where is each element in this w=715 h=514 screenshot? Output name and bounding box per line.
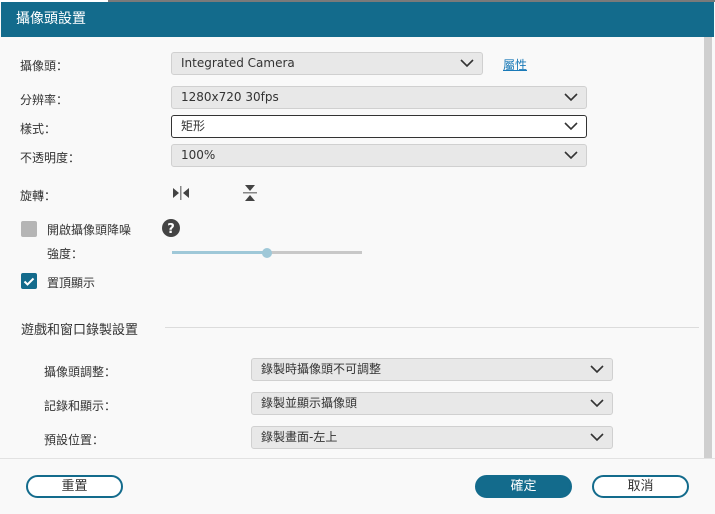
- flip-horizontal-icon[interactable]: [172, 185, 190, 201]
- opacity-value: 100%: [181, 148, 216, 162]
- record-display-label: 記錄和顯示：: [44, 399, 117, 413]
- on-top-label: 置頂顯示: [47, 276, 96, 290]
- strength-slider[interactable]: [172, 248, 362, 258]
- chevron-down-icon: [564, 122, 578, 131]
- slider-fill: [172, 251, 267, 254]
- default-position-value: 錄製畫面-左上: [261, 430, 338, 444]
- camera-adjust-value: 錄製時攝像頭不可調整: [261, 362, 382, 376]
- slider-thumb[interactable]: [262, 248, 272, 258]
- chevron-down-icon: [590, 433, 604, 442]
- svg-text:?: ?: [167, 222, 175, 237]
- camera-select[interactable]: Integrated Camera: [171, 52, 483, 75]
- style-label: 樣式：: [20, 122, 57, 136]
- scrollbar[interactable]: [704, 37, 712, 458]
- record-display-value: 錄製並顯示攝像頭: [261, 396, 358, 410]
- opacity-select[interactable]: 100%: [171, 144, 587, 167]
- on-top-checkbox[interactable]: [21, 273, 37, 289]
- window-title: 攝像頭設置: [16, 11, 86, 27]
- chevron-down-icon: [590, 365, 604, 374]
- resolution-value: 1280x720 30fps: [181, 90, 279, 104]
- resolution-select[interactable]: 1280x720 30fps: [171, 86, 587, 109]
- footer-divider: [0, 458, 715, 459]
- section-title: 遊戲和窗口錄製設置: [21, 323, 139, 338]
- chevron-down-icon: [564, 93, 578, 102]
- style-select[interactable]: 矩形: [171, 115, 587, 138]
- rotate-label: 旋轉：: [20, 189, 57, 203]
- camera-label: 攝像頭：: [20, 59, 69, 73]
- cancel-button[interactable]: 取消: [592, 475, 689, 498]
- section-divider: [165, 327, 699, 328]
- camera-adjust-label: 攝像頭調整：: [44, 365, 117, 379]
- default-position-label: 預設位置：: [44, 433, 105, 447]
- ok-button[interactable]: 確定: [475, 475, 572, 498]
- strength-label: 強度：: [47, 247, 84, 261]
- record-display-select[interactable]: 錄製並顯示攝像頭: [251, 392, 613, 415]
- denoise-label: 開啟攝像頭降噪: [47, 223, 132, 237]
- default-position-select[interactable]: 錄製畫面-左上: [251, 426, 613, 449]
- help-icon[interactable]: ?: [162, 219, 180, 237]
- denoise-checkbox[interactable]: [21, 221, 37, 237]
- properties-link[interactable]: 屬性: [503, 56, 527, 73]
- opacity-label: 不透明度：: [20, 151, 81, 165]
- chevron-down-icon: [460, 59, 474, 68]
- checkmark-icon: [23, 277, 35, 286]
- camera-value: Integrated Camera: [181, 56, 295, 70]
- style-value: 矩形: [181, 119, 206, 133]
- camera-adjust-select[interactable]: 錄製時攝像頭不可調整: [251, 358, 613, 381]
- reset-button[interactable]: 重置: [26, 475, 123, 498]
- chevron-down-icon: [564, 151, 578, 160]
- resolution-label: 分辨率：: [20, 93, 69, 107]
- chevron-down-icon: [590, 399, 604, 408]
- flip-vertical-icon[interactable]: [242, 184, 258, 202]
- title-bar: 攝像頭設置: [1, 2, 714, 37]
